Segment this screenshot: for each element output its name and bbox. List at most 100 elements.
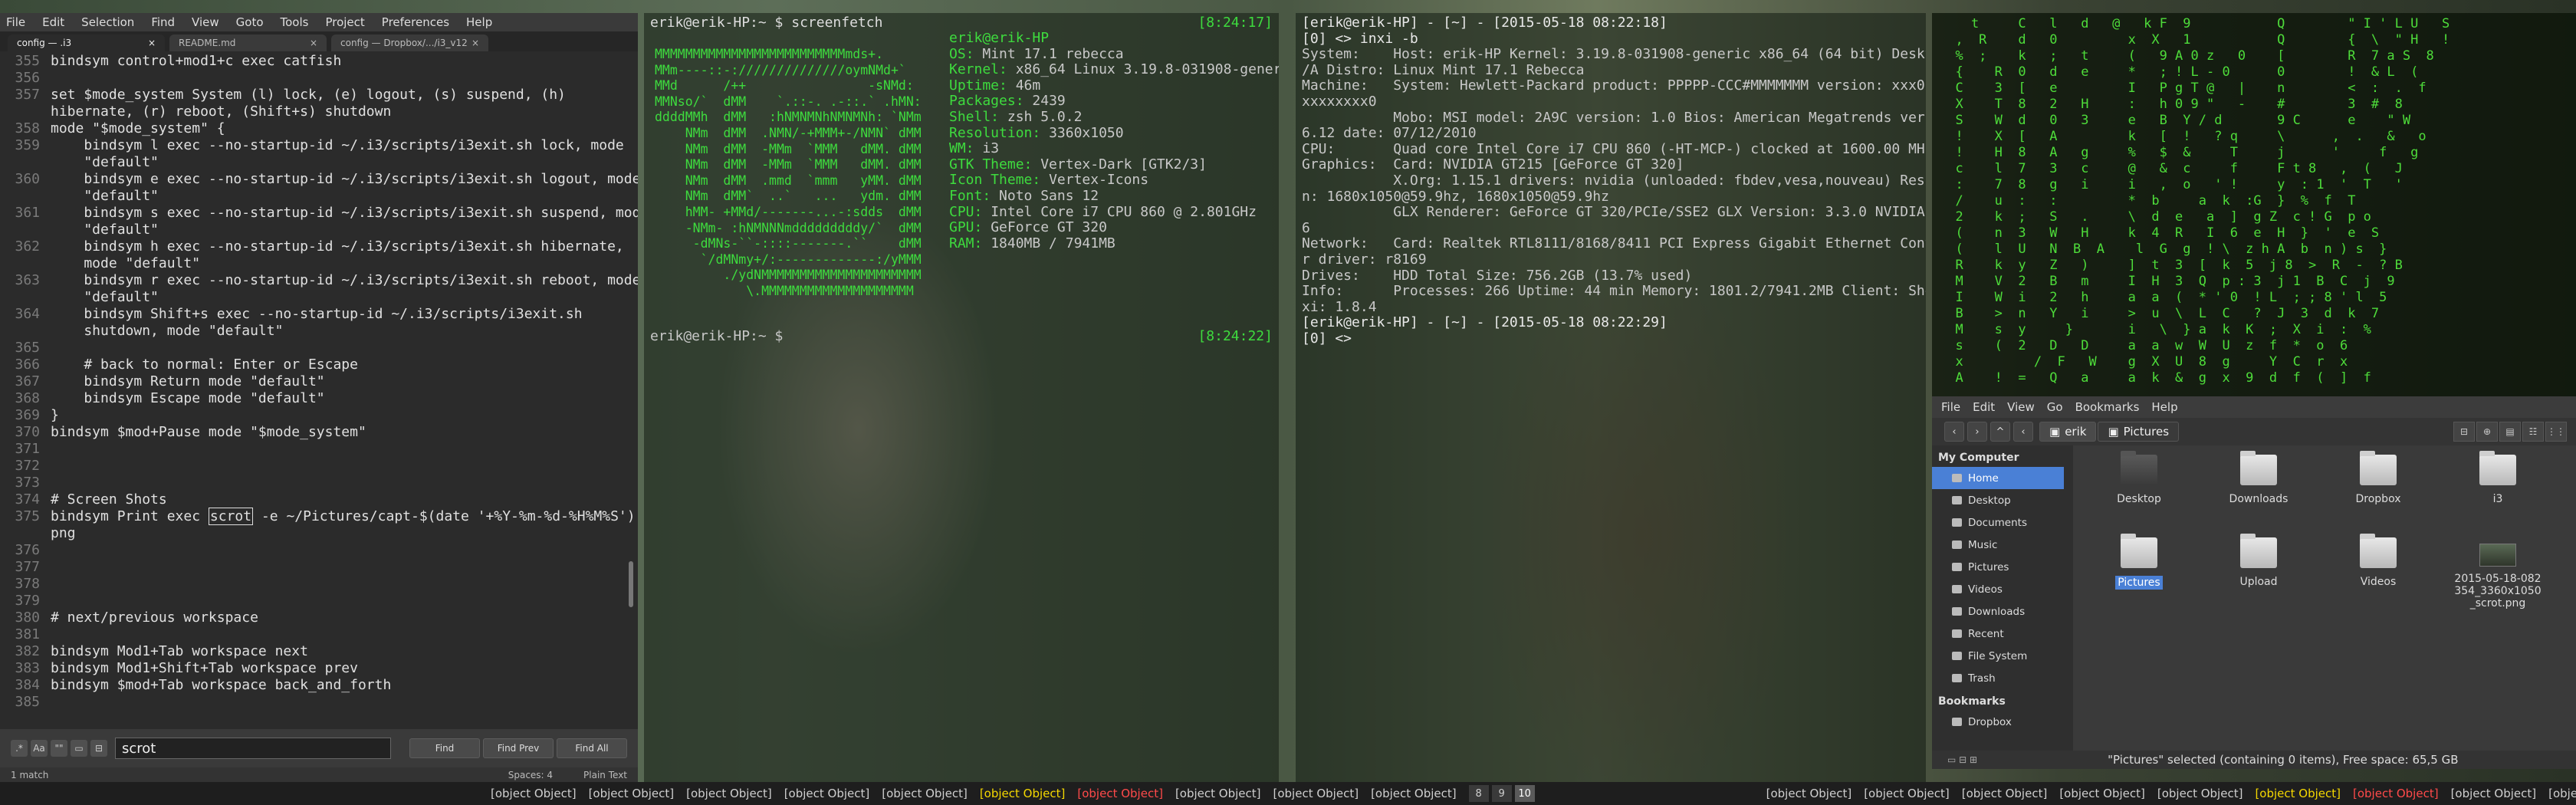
sidebar-item-music[interactable]: Music: [1932, 534, 2073, 556]
file-item[interactable]: Dropbox: [2334, 451, 2423, 505]
split-icon[interactable]: ⊟: [2453, 422, 2475, 442]
user-host: erik@erik-HP: [949, 30, 1050, 46]
fm-menu-file[interactable]: File: [1941, 400, 1960, 414]
line-number: 356: [15, 70, 40, 86]
breadcrumb-erik[interactable]: ▣ erik: [2039, 422, 2097, 442]
find-button[interactable]: Find: [409, 738, 480, 758]
line-number: 355: [15, 53, 40, 69]
workspace-button-10[interactable]: 10: [1514, 785, 1535, 802]
sidebar-item-label: Documents: [1968, 516, 2027, 529]
sidebar-item-recent[interactable]: Recent: [1932, 623, 2073, 645]
fm-menu-help[interactable]: Help: [2151, 400, 2177, 414]
menu-project[interactable]: Project: [325, 15, 364, 29]
pictures-icon: [1952, 563, 1962, 571]
forward-icon[interactable]: ›: [1967, 422, 1987, 442]
text-editor-window: File Edit Selection Find View Goto Tools Projec…: [0, 13, 638, 782]
fm-menu-bookmarks[interactable]: Bookmarks: [2075, 400, 2140, 414]
line-number: [0, 154, 51, 171]
menu-find[interactable]: Find: [151, 15, 175, 29]
editor-tab[interactable]: config — .i3 ×: [8, 34, 165, 51]
menu-view[interactable]: View: [192, 15, 219, 29]
file-item[interactable]: i3: [2453, 451, 2542, 505]
info-row: Resolution: 3360x1050: [949, 125, 1279, 142]
sidebar-item-trash[interactable]: Trash: [1932, 667, 2073, 689]
file-item[interactable]: Desktop: [2095, 451, 2183, 505]
file-item[interactable]: Upload: [2214, 534, 2303, 588]
find-option-toggle[interactable]: "": [51, 740, 67, 757]
find-option-toggle[interactable]: .*: [11, 740, 28, 757]
info-value: 46m: [1015, 77, 1041, 94]
menu-selection[interactable]: Selection: [81, 15, 134, 29]
fm-toolbar: ‹ › ^ ‹ ▣ erik ▣ Pictures ⊟ ⊕ ▤ ☷ ⋮⋮: [1932, 418, 2576, 445]
sidebar-item-videos[interactable]: Videos: [1932, 578, 2073, 600]
find-panel: .*Aa""▭⊟ FindFind PrevFind All: [0, 729, 638, 767]
menu-tools[interactable]: Tools: [281, 15, 309, 29]
sidebar-item-documents[interactable]: Documents: [1932, 511, 2073, 534]
zoom-icon[interactable]: ⊕: [2476, 422, 2498, 442]
screenfetch-terminal[interactable]: erik@erik-HP:~ $ screenfetch [8:24:17] M…: [644, 13, 1279, 782]
workspace-button-9[interactable]: 9: [1491, 785, 1512, 802]
inxi-line: GLX Renderer: GeForce GT 320/PCIe/SSE2 G…: [1302, 204, 1926, 221]
find-option-toggle[interactable]: ⊟: [90, 740, 107, 757]
fm-zoom-controls[interactable]: ▭ ⊟ ⊞: [1947, 754, 1977, 765]
sidebar-item-file-system[interactable]: File System: [1932, 645, 2073, 667]
info-row: Uptime: 46m: [949, 77, 1279, 94]
file-item[interactable]: Pictures: [2095, 534, 2183, 590]
tab-close-icon[interactable]: ×: [472, 38, 479, 48]
fm-menu-view[interactable]: View: [2007, 400, 2035, 414]
find-prev-button[interactable]: Find Prev: [483, 738, 554, 758]
find-all-button[interactable]: Find All: [557, 738, 627, 758]
file-item[interactable]: Downloads: [2214, 451, 2303, 505]
inxi-line: xxxxxxxx0: [1302, 93, 1377, 110]
menu-goto[interactable]: Goto: [236, 15, 264, 29]
find-input[interactable]: [115, 738, 391, 759]
up-icon[interactable]: ^: [1990, 422, 2010, 442]
matrix-terminal[interactable]: t C l d @ k F 9 Q " I ' L U S , R d 0 x …: [1932, 13, 2576, 396]
back-icon[interactable]: ‹: [1944, 422, 1964, 442]
menu-preferences[interactable]: Preferences: [382, 15, 449, 29]
terminal-prompt: erik@erik-HP:~ $ screenfetch: [650, 15, 883, 31]
info-key: Kernel:: [949, 61, 1007, 78]
compact-view-icon[interactable]: ⋮⋮: [2545, 422, 2567, 442]
find-option-toggle[interactable]: Aa: [31, 740, 48, 757]
code-line: "default": [0, 188, 638, 205]
tab-close-icon[interactable]: ×: [148, 38, 156, 48]
sidebar-item-pictures[interactable]: Pictures: [1932, 556, 2073, 578]
line-text: # back to normal: Enter or Escape: [51, 356, 358, 373]
syntax-setting[interactable]: Plain Text: [583, 770, 627, 780]
breadcrumb-pictures[interactable]: ▣ Pictures: [2098, 422, 2180, 442]
code-line: 355 bindsym control+mod1+c exec catfish: [0, 53, 638, 70]
line-number: 366: [15, 356, 40, 373]
sidebar-item-label: Home: [1968, 472, 1999, 485]
code-area[interactable]: 355 bindsym control+mod1+c exec catfish 35…: [0, 53, 638, 712]
code-line: 363 bindsym r exec --no-startup-id ~/.i3…: [0, 272, 638, 289]
list-view-icon[interactable]: ☷: [2522, 422, 2544, 442]
folder-icon: [2121, 451, 2157, 485]
inxi-line: r driver: r8169: [1302, 251, 1427, 268]
file-item[interactable]: Videos: [2334, 534, 2423, 588]
workspace-button-8[interactable]: 8: [1468, 785, 1489, 802]
editor-tab[interactable]: config — Dropbox/.../i3_v12 ×: [331, 34, 488, 51]
inxi-terminal[interactable]: [erik@erik-HP] - [~] - [2015-05-18 08:22…: [1296, 13, 1926, 782]
sidebar-item-home[interactable]: Home: [1932, 467, 2064, 489]
sidebar-item-downloads[interactable]: Downloads: [1932, 600, 2073, 623]
code-line: 377: [0, 559, 638, 576]
bookmark-dropbox[interactable]: Dropbox: [1932, 711, 2073, 733]
editor-scrollbar[interactable]: [629, 561, 633, 607]
file-item[interactable]: 2015-05-18-082354_3360x1050_scrot.png: [2453, 537, 2542, 610]
menu-edit[interactable]: Edit: [42, 15, 64, 29]
code-line: 359 bindsym l exec --no-startup-id ~/.i3…: [0, 137, 638, 154]
fm-menu-edit[interactable]: Edit: [1973, 400, 1995, 414]
sidebar-item-label: Downloads: [1968, 605, 2026, 618]
menu-file[interactable]: File: [6, 15, 25, 29]
find-option-toggle[interactable]: ▭: [71, 740, 87, 757]
sidebar-item-desktop[interactable]: Desktop: [1932, 489, 2073, 511]
fm-menu-go[interactable]: Go: [2047, 400, 2063, 414]
menu-help[interactable]: Help: [466, 15, 492, 29]
toggle-path-icon[interactable]: ‹: [2013, 422, 2033, 442]
icon-view-icon[interactable]: ▤: [2499, 422, 2521, 442]
indent-setting[interactable]: Spaces: 4: [508, 770, 553, 780]
tab-close-icon[interactable]: ×: [310, 38, 317, 48]
inxi-line: [erik@erik-HP] - [~] - [2015-05-18 08:22…: [1302, 15, 1668, 31]
editor-tab[interactable]: README.md ×: [169, 34, 327, 51]
